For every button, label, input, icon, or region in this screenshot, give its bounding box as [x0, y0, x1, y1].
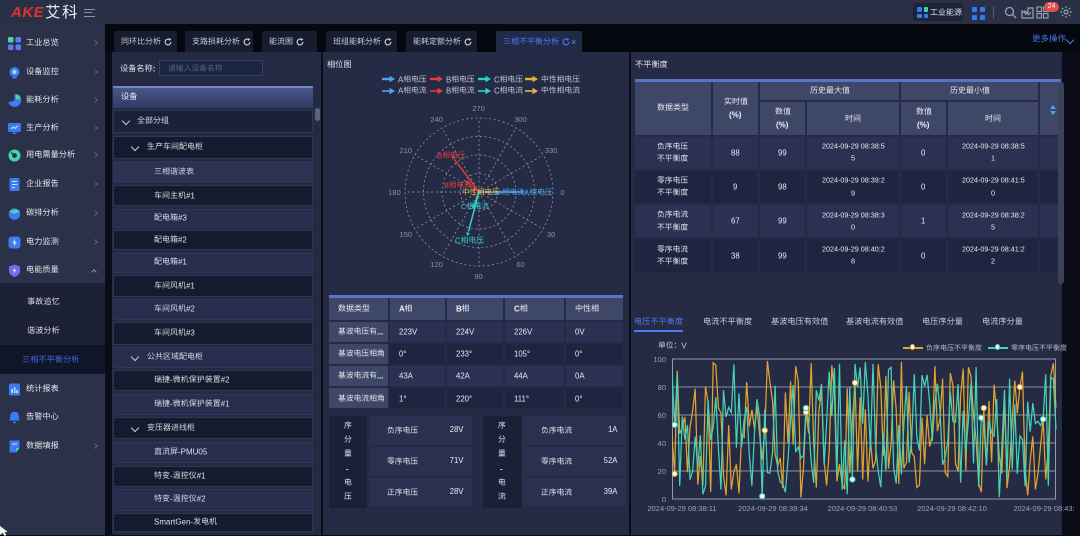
svg-text:0: 0	[921, 148, 926, 157]
svg-text:-: -	[500, 464, 503, 473]
svg-text:0V: 0V	[575, 327, 585, 336]
svg-text:42A: 42A	[456, 372, 471, 381]
svg-text:99: 99	[778, 251, 787, 260]
svg-text:#3: #3	[186, 329, 195, 338]
svg-text:223V: 223V	[399, 327, 418, 336]
svg-text:B: B	[446, 86, 451, 95]
svg-text:B: B	[456, 304, 462, 313]
svg-text:-: -	[170, 376, 173, 385]
svg-text:B: B	[444, 181, 449, 190]
svg-text:99: 99	[778, 148, 787, 157]
svg-text:2024-09-29 08:39:2: 2024-09-29 08:39:2	[822, 176, 885, 185]
svg-text:0°: 0°	[575, 349, 582, 358]
svg-text:0: 0	[851, 223, 855, 232]
svg-text:...: ...	[376, 372, 383, 381]
svg-text:-: -	[170, 399, 173, 408]
svg-text::: :	[153, 65, 156, 74]
svg-text:44A: 44A	[514, 372, 529, 381]
svg-text:-: -	[170, 471, 173, 480]
svg-text:2024-09-29 08:40:2: 2024-09-29 08:40:2	[822, 245, 885, 254]
svg-text:#2: #2	[186, 305, 195, 314]
svg-text:#2: #2	[178, 235, 187, 244]
svg-text:C: C	[461, 202, 467, 211]
svg-text:8: 8	[851, 257, 855, 266]
svg-text:C: C	[455, 236, 461, 245]
svg-text:2024-09-29 08:38:2: 2024-09-29 08:38:2	[962, 211, 1025, 220]
svg-text:0: 0	[991, 189, 995, 198]
svg-text:5: 5	[851, 154, 855, 163]
svg-text:88: 88	[731, 148, 740, 157]
svg-text:#1: #1	[186, 191, 195, 200]
svg-text:0: 0	[921, 182, 926, 191]
svg-text:-: -	[346, 464, 349, 473]
svg-text:A: A	[398, 75, 404, 84]
svg-text:#1: #1	[186, 281, 195, 290]
svg-text:A: A	[399, 304, 405, 313]
svg-text:1: 1	[921, 217, 925, 226]
svg-text:#2: #2	[221, 376, 230, 385]
svg-text:C: C	[494, 75, 500, 84]
svg-text:0: 0	[921, 251, 926, 260]
svg-text:0°: 0°	[399, 349, 406, 358]
svg-text:C: C	[514, 304, 520, 313]
svg-text:224V: 224V	[456, 327, 475, 336]
svg-text:43A: 43A	[399, 372, 414, 381]
svg-text:0°: 0°	[575, 394, 582, 403]
svg-text:233°: 233°	[456, 349, 472, 358]
svg-text:#1: #1	[221, 399, 230, 408]
svg-text:#1: #1	[197, 471, 206, 480]
svg-text:2024-09-29 08:38:5: 2024-09-29 08:38:5	[822, 142, 885, 151]
svg-text:111°: 111°	[514, 394, 529, 403]
svg-text:2024-09-29 08:38:5: 2024-09-29 08:38:5	[962, 142, 1025, 151]
svg-text:#1: #1	[178, 258, 187, 267]
svg-text:0A: 0A	[575, 372, 585, 381]
svg-text:A: A	[398, 86, 404, 95]
svg-text:(%): (%)	[917, 120, 930, 129]
svg-text:9: 9	[851, 189, 855, 198]
svg-text:-PMU05: -PMU05	[178, 447, 208, 456]
svg-text:(%): (%)	[776, 120, 789, 129]
svg-text:2: 2	[991, 257, 995, 266]
svg-text:1°: 1°	[399, 394, 406, 403]
svg-text:98: 98	[778, 182, 787, 191]
svg-text:2024-09-29 08:41:2: 2024-09-29 08:41:2	[962, 245, 1025, 254]
svg-text:B: B	[437, 151, 442, 160]
svg-text:-: -	[170, 495, 173, 504]
svg-text:#2: #2	[197, 495, 206, 504]
svg-text:2024-09-29 08:41:5: 2024-09-29 08:41:5	[962, 176, 1025, 185]
svg-text:38: 38	[731, 251, 740, 260]
svg-text:105°: 105°	[514, 349, 530, 358]
svg-text:9: 9	[733, 182, 737, 191]
svg-text:C: C	[494, 86, 500, 95]
svg-text:V: V	[681, 341, 687, 350]
svg-text:220°: 220°	[456, 394, 472, 403]
svg-text:A: A	[497, 188, 502, 197]
svg-text:99: 99	[778, 217, 787, 226]
svg-text:226V: 226V	[514, 327, 533, 336]
svg-text:2024-09-29 08:38:3: 2024-09-29 08:38:3	[822, 211, 885, 220]
svg-text:...: ...	[376, 327, 383, 336]
svg-text:#3: #3	[178, 213, 187, 222]
svg-text:B: B	[446, 75, 451, 84]
svg-text:67: 67	[731, 217, 740, 226]
svg-text:5: 5	[991, 223, 995, 232]
svg-text:SmartGen-: SmartGen-	[154, 518, 193, 527]
svg-text:(%): (%)	[729, 110, 742, 119]
svg-text:1: 1	[991, 154, 995, 163]
